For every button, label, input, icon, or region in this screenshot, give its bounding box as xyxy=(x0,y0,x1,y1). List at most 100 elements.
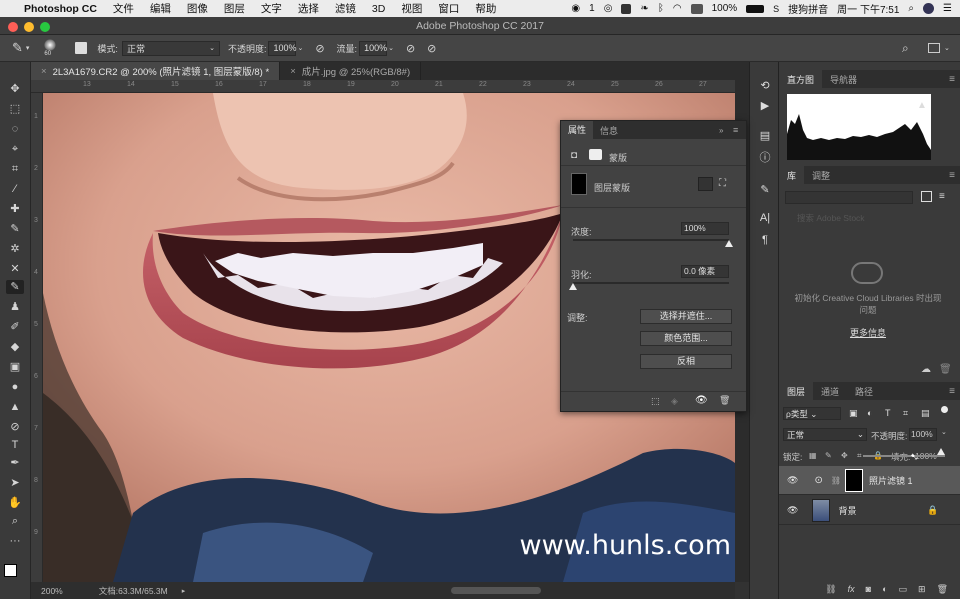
load-selection-icon[interactable]: ⬚ xyxy=(651,396,660,407)
menu-type[interactable]: 文字 xyxy=(261,1,282,16)
filter-toggle-icon[interactable] xyxy=(941,406,948,413)
mask-link-icon[interactable]: ⛓ xyxy=(831,476,841,485)
mode-select[interactable]: 正常 ⌄ xyxy=(121,40,220,56)
menu-layer[interactable]: 图层 xyxy=(224,1,245,16)
tab-library[interactable]: 库 xyxy=(779,166,805,184)
density-slider-knob[interactable] xyxy=(725,240,733,247)
pressure-opacity-icon[interactable]: ⊘ xyxy=(315,42,324,55)
clock[interactable]: 周一 下午7:51 xyxy=(837,1,899,16)
blur-tool-icon[interactable]: ● xyxy=(6,380,24,394)
properties-icon[interactable]: ▤ xyxy=(759,130,771,142)
sharpen-tool-icon[interactable]: ▲ xyxy=(6,400,24,414)
move-tool-icon[interactable]: ✥ xyxy=(6,82,24,96)
menu-help[interactable]: 帮助 xyxy=(475,1,496,16)
menu-file[interactable]: 文件 xyxy=(113,1,134,16)
search-icon[interactable]: ⌕ xyxy=(908,3,914,14)
doc-size-info[interactable]: 文档:63.3M/65.3M xyxy=(99,585,168,597)
filter-smart-object-icon[interactable]: ▤ xyxy=(921,408,930,419)
tab-2l3a1679[interactable]: × 2L3A1679.CR2 @ 200% (照片滤镜 1, 图层蒙版/8) * xyxy=(31,62,281,80)
notification-center-icon[interactable]: ☰ xyxy=(943,3,952,14)
wifi-icon[interactable]: ◠ xyxy=(673,3,682,14)
zoom-level[interactable]: 200% xyxy=(41,586,63,596)
apply-mask-icon[interactable]: ◈ xyxy=(671,396,678,407)
invert-button[interactable]: 反相 xyxy=(640,354,732,369)
tab-chengpian[interactable]: × 成片.jpg @ 25%(RGB/8#) xyxy=(280,62,422,80)
panel-menu-icon[interactable]: ≡ xyxy=(733,125,738,135)
lasso-tool-icon[interactable]: ◌ xyxy=(6,122,24,136)
layer-row-background[interactable]: 👁 背景 🔒 xyxy=(779,496,960,525)
color-range-button[interactable]: 颜色范围... xyxy=(640,331,732,346)
lock-transparent-icon[interactable]: ▦ xyxy=(809,451,817,460)
workspace-icon[interactable] xyxy=(928,43,940,53)
tab-layers[interactable]: 图层 xyxy=(779,382,814,400)
filter-shape-icon[interactable]: ⌗ xyxy=(903,408,908,419)
layer-name[interactable]: 照片滤镜 1 xyxy=(869,474,913,487)
blend-mode-select[interactable]: 正常 ⌄ xyxy=(783,428,867,441)
menu-edit[interactable]: 编辑 xyxy=(150,1,171,16)
fill-slider[interactable] xyxy=(863,455,945,457)
brush-tool-icon[interactable]: ✎ xyxy=(12,40,23,56)
group-icon[interactable]: ▭ xyxy=(899,584,908,595)
menu-select[interactable]: 选择 xyxy=(298,1,319,16)
opacity-dropdown-icon[interactable]: ⌄ xyxy=(297,44,303,52)
trash-icon[interactable]: 🗑 xyxy=(937,584,948,595)
character-icon[interactable]: A| xyxy=(759,212,771,224)
tab-adjustments[interactable]: 调整 xyxy=(804,166,838,184)
feather-slider-knob[interactable] xyxy=(569,283,577,290)
clone-stamp-tool-icon[interactable]: ♟ xyxy=(6,300,24,314)
brush-tool-icon[interactable]: ✎ xyxy=(6,280,24,294)
horizontal-scrollbar[interactable] xyxy=(451,587,541,594)
feather-input[interactable]: 0.0 像素 xyxy=(681,265,729,278)
layer-row-photo-filter[interactable]: 👁 ⊙ ⛓ 照片滤镜 1 xyxy=(779,466,960,495)
panel-menu-icon[interactable]: ≡ xyxy=(949,170,955,181)
pencil-tool-icon[interactable]: ✎ xyxy=(6,222,24,236)
history-brush-tool-icon[interactable]: ✐ xyxy=(6,320,24,334)
list-view-icon[interactable]: ≡ xyxy=(939,191,945,202)
menu-filter[interactable]: 滤镜 xyxy=(335,1,356,16)
layer-mask-thumbnail[interactable] xyxy=(844,468,863,492)
layer-name[interactable]: 背景 xyxy=(838,504,856,517)
more-tools-icon[interactable]: ··· xyxy=(6,534,24,548)
layer-opacity-dropdown-icon[interactable]: ⌄ xyxy=(941,428,947,436)
lock-position-icon[interactable]: ✥ xyxy=(841,451,848,460)
app-menu[interactable]: Photoshop CC xyxy=(24,3,97,15)
close-tab-icon[interactable]: × xyxy=(290,66,296,77)
input-method-label[interactable]: 搜狗拼音 xyxy=(788,1,828,16)
path-select-tool-icon[interactable]: ➤ xyxy=(6,476,24,490)
input-method-icon[interactable]: S xyxy=(773,4,779,14)
quick-select-tool-icon[interactable]: ⌖ xyxy=(6,142,24,156)
select-and-mask-button[interactable]: 选择并遮住... xyxy=(640,309,732,324)
marquee-tool-icon[interactable]: ⬚ xyxy=(6,102,24,116)
eraser-tool-icon[interactable]: ◆ xyxy=(6,340,24,354)
menu-image[interactable]: 图像 xyxy=(187,1,208,16)
warning-icon[interactable]: ▲ xyxy=(917,100,927,111)
search-icon[interactable]: ⌕ xyxy=(902,41,909,56)
info-icon[interactable]: ⓘ xyxy=(759,152,771,164)
menu-3d[interactable]: 3D xyxy=(372,3,385,15)
chevron-down-icon[interactable]: ▾ xyxy=(26,44,30,52)
collapse-panel-icon[interactable]: » xyxy=(719,126,723,135)
layer-thumbnail[interactable] xyxy=(812,498,831,522)
mask-icon[interactable]: ◙ xyxy=(866,584,871,594)
filter-type-icon[interactable]: T xyxy=(885,408,891,418)
bluetooth-icon[interactable]: ᛒ xyxy=(658,3,664,14)
crop-tool-icon[interactable]: ⌗ xyxy=(6,162,24,176)
hand-tool-icon[interactable]: ✋ xyxy=(6,496,24,510)
pen-tool-icon[interactable]: ✒ xyxy=(6,456,24,470)
paragraph-icon[interactable]: ¶ xyxy=(759,234,771,246)
layer-filter-select[interactable]: ρ类型 ⌄ xyxy=(783,407,841,420)
status-menu-icon[interactable]: ▸ xyxy=(182,587,186,595)
opacity-input[interactable]: 100% xyxy=(268,40,296,56)
layer-opacity-input[interactable]: 100% xyxy=(909,428,937,441)
transform-tool-icon[interactable]: ✕ xyxy=(6,262,24,276)
new-layer-icon[interactable]: ⊞ xyxy=(918,584,926,595)
library-search-input[interactable]: 搜索 Adobe Stock xyxy=(785,212,949,225)
lock-pixels-icon[interactable]: ✎ xyxy=(825,451,832,460)
select-pixel-mask-button[interactable] xyxy=(698,177,713,191)
toggle-mask-eye-icon[interactable]: 👁 xyxy=(695,395,708,406)
tab-properties[interactable]: 属性 xyxy=(561,121,594,139)
cc-sync-icon[interactable]: ☁ xyxy=(921,364,931,375)
menu-view[interactable]: 视图 xyxy=(401,1,422,16)
healing-brush-tool-icon[interactable]: ✚ xyxy=(6,202,24,216)
feather-slider[interactable] xyxy=(573,282,729,284)
